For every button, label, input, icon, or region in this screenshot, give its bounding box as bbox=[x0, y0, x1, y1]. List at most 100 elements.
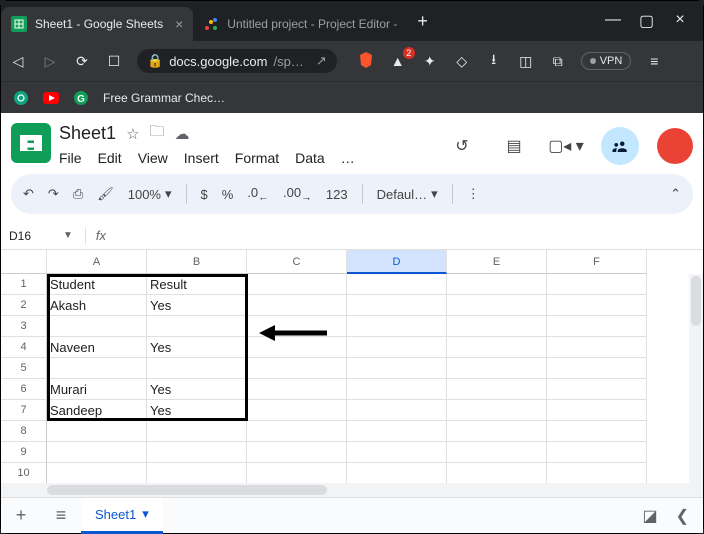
sheet-tab[interactable]: Sheet1 ▾ bbox=[81, 498, 163, 534]
cell[interactable]: Student bbox=[47, 274, 147, 295]
select-all-corner[interactable] bbox=[1, 250, 47, 274]
tab-close-icon[interactable]: × bbox=[175, 16, 183, 32]
cell[interactable] bbox=[147, 316, 247, 337]
cell[interactable] bbox=[447, 442, 547, 463]
cell[interactable] bbox=[247, 442, 347, 463]
row-header[interactable]: 10 bbox=[1, 463, 47, 483]
name-box-dropdown-icon[interactable]: ▼ bbox=[57, 230, 79, 241]
number-format-button[interactable]: 123 bbox=[326, 187, 348, 202]
cell[interactable] bbox=[547, 400, 647, 421]
cell[interactable] bbox=[447, 274, 547, 295]
col-header-f[interactable]: F bbox=[547, 250, 647, 274]
cell[interactable]: Yes bbox=[147, 400, 247, 421]
menu-view[interactable]: View bbox=[138, 150, 168, 166]
cell[interactable] bbox=[447, 358, 547, 379]
cell[interactable] bbox=[347, 463, 447, 483]
cell[interactable] bbox=[347, 400, 447, 421]
paint-format-icon[interactable]: 🖌 bbox=[97, 186, 114, 202]
add-sheet-button[interactable]: + bbox=[1, 505, 41, 526]
cell[interactable] bbox=[247, 400, 347, 421]
col-header-d[interactable]: D bbox=[347, 250, 447, 274]
print-icon[interactable]: ⎙ bbox=[73, 186, 83, 202]
bookmark-favicon-2[interactable] bbox=[43, 90, 59, 106]
bookmark-favicon-3[interactable]: G bbox=[73, 90, 89, 106]
cell[interactable]: Sandeep bbox=[47, 400, 147, 421]
sheets-logo-icon[interactable] bbox=[11, 123, 51, 163]
cell[interactable] bbox=[547, 442, 647, 463]
row-header[interactable]: 2 bbox=[1, 295, 47, 316]
menu-data[interactable]: Data bbox=[295, 150, 325, 166]
account-avatar[interactable] bbox=[657, 128, 693, 164]
cell[interactable] bbox=[447, 316, 547, 337]
cell[interactable]: Yes bbox=[147, 379, 247, 400]
cell[interactable]: Yes bbox=[147, 295, 247, 316]
cell[interactable] bbox=[547, 316, 647, 337]
row-header[interactable]: 8 bbox=[1, 421, 47, 442]
cell[interactable] bbox=[147, 442, 247, 463]
all-sheets-button[interactable]: ≡ bbox=[41, 505, 81, 526]
cell[interactable] bbox=[547, 463, 647, 483]
browser-tab-active[interactable]: Sheet1 - Google Sheets × bbox=[1, 7, 193, 41]
percent-format-button[interactable]: % bbox=[222, 187, 234, 202]
decrease-decimal-button[interactable]: .0← bbox=[247, 185, 269, 204]
row-header[interactable]: 6 bbox=[1, 379, 47, 400]
meet-icon[interactable]: ▢◂ ▾ bbox=[549, 129, 583, 163]
vertical-scrollbar[interactable] bbox=[689, 274, 703, 483]
currency-format-button[interactable]: $ bbox=[201, 187, 208, 202]
cell[interactable] bbox=[447, 337, 547, 358]
wallet-icon[interactable]: ◇ bbox=[453, 53, 471, 70]
comments-icon[interactable]: ▤ bbox=[497, 129, 531, 163]
zoom-control[interactable]: 100% ▾ bbox=[128, 186, 172, 202]
menu-format[interactable]: Format bbox=[235, 150, 279, 166]
horizontal-scrollbar[interactable] bbox=[1, 483, 703, 497]
cell[interactable]: Naveen bbox=[47, 337, 147, 358]
cell[interactable] bbox=[547, 358, 647, 379]
cell[interactable] bbox=[447, 463, 547, 483]
move-icon[interactable]: 🗀 bbox=[150, 121, 165, 146]
spreadsheet-grid[interactable]: A B C D E F 1StudentResult2AkashYes34Nav… bbox=[1, 250, 703, 483]
side-panel-icon[interactable]: ❮ bbox=[676, 506, 689, 526]
row-header[interactable]: 7 bbox=[1, 400, 47, 421]
close-icon[interactable]: × bbox=[673, 11, 687, 31]
cell[interactable] bbox=[47, 316, 147, 337]
extensions-icon[interactable]: ✦ bbox=[421, 53, 439, 70]
row-header[interactable]: 1 bbox=[1, 274, 47, 295]
cell[interactable] bbox=[247, 274, 347, 295]
cell[interactable] bbox=[347, 337, 447, 358]
cell[interactable] bbox=[347, 442, 447, 463]
cell[interactable] bbox=[247, 379, 347, 400]
name-box[interactable]: D16 bbox=[1, 229, 57, 243]
col-header-c[interactable]: C bbox=[247, 250, 347, 274]
cell[interactable] bbox=[347, 274, 447, 295]
cell[interactable] bbox=[147, 463, 247, 483]
cloud-icon[interactable]: ☁ bbox=[175, 125, 190, 143]
undo-icon[interactable]: ↶ bbox=[23, 186, 34, 202]
browser-tab-inactive[interactable]: Untitled project - Project Editor - bbox=[193, 7, 407, 41]
cell[interactable] bbox=[247, 358, 347, 379]
menu-icon[interactable]: ≡ bbox=[645, 53, 663, 69]
toolbar-more-icon[interactable]: ⋮ bbox=[467, 186, 480, 202]
nav-forward-icon[interactable]: ▷ bbox=[41, 53, 59, 70]
pip-icon[interactable]: ⧉ bbox=[549, 53, 567, 70]
cell[interactable] bbox=[347, 379, 447, 400]
increase-decimal-button[interactable]: .00→ bbox=[283, 185, 312, 204]
bookmark-grammar[interactable]: Free Grammar Chec… bbox=[103, 91, 225, 105]
col-header-a[interactable]: A bbox=[47, 250, 147, 274]
cell[interactable] bbox=[447, 379, 547, 400]
reload-icon[interactable]: ⟳ bbox=[73, 53, 91, 70]
brave-icon[interactable] bbox=[357, 51, 375, 72]
url-input[interactable]: 🔒 docs.google.com/sp… ↗ bbox=[137, 49, 337, 73]
cell[interactable] bbox=[547, 337, 647, 358]
cell[interactable]: Murari bbox=[47, 379, 147, 400]
row-header[interactable]: 5 bbox=[1, 358, 47, 379]
share-button[interactable] bbox=[601, 127, 639, 165]
cell[interactable]: Result bbox=[147, 274, 247, 295]
nav-back-icon[interactable]: ◁ bbox=[9, 53, 27, 70]
cell[interactable] bbox=[47, 442, 147, 463]
cell[interactable] bbox=[247, 295, 347, 316]
cell[interactable]: Akash bbox=[47, 295, 147, 316]
sidebar-icon[interactable]: ◫ bbox=[517, 53, 535, 70]
cell[interactable] bbox=[547, 379, 647, 400]
col-header-b[interactable]: B bbox=[147, 250, 247, 274]
cell[interactable] bbox=[447, 421, 547, 442]
